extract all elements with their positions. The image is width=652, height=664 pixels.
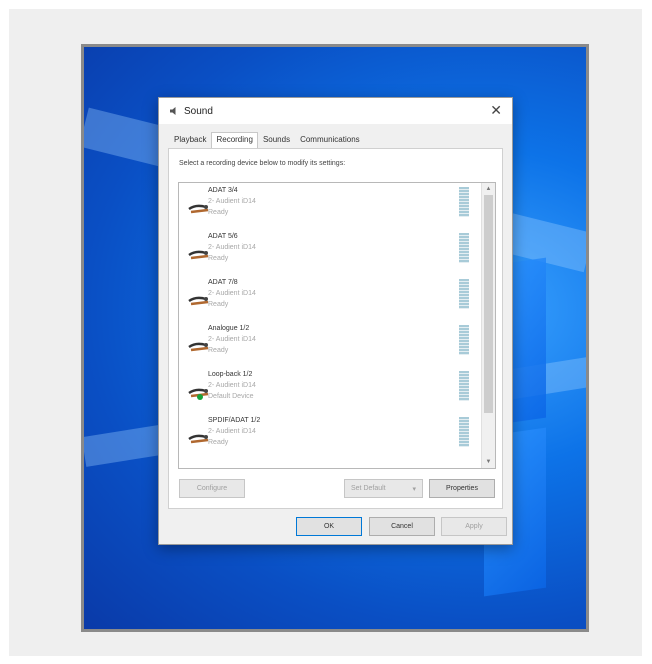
sound-dialog: Sound ✕ Playback Recording Sounds Commun… bbox=[158, 97, 513, 545]
recording-panel: Select a recording device below to modif… bbox=[168, 148, 503, 509]
scrollbar-thumb[interactable] bbox=[484, 195, 493, 413]
cancel-button[interactable]: Cancel bbox=[369, 517, 435, 536]
set-default-label: Set Default bbox=[351, 485, 386, 492]
device-name: Analogue 1/2 bbox=[208, 325, 250, 332]
device-status: Ready bbox=[208, 439, 229, 446]
tab-recording[interactable]: Recording bbox=[211, 132, 258, 148]
apply-button[interactable]: Apply bbox=[441, 517, 507, 536]
tab-strip: Playback Recording Sounds Communications bbox=[169, 132, 365, 148]
list-item-device[interactable]: ADAT 5/6 2- Audient iD14 Ready bbox=[179, 231, 469, 277]
device-name: SPDIF/ADAT 1/2 bbox=[208, 417, 261, 424]
tab-playback[interactable]: Playback bbox=[169, 132, 211, 148]
level-meter bbox=[459, 279, 469, 309]
audio-cable-icon bbox=[188, 250, 209, 260]
device-subtitle: 2- Audient iD14 bbox=[208, 290, 256, 297]
speaker-icon bbox=[170, 107, 176, 115]
device-name: ADAT 3/4 bbox=[208, 187, 238, 194]
default-check-icon bbox=[197, 394, 203, 400]
audio-cable-icon bbox=[188, 434, 209, 444]
scroll-down-icon[interactable]: ▼ bbox=[482, 456, 495, 468]
scroll-up-icon[interactable]: ▲ bbox=[482, 183, 495, 195]
device-list[interactable]: ADAT 3/4 2- Audient iD14 Ready ADAT 5/6 … bbox=[178, 182, 496, 469]
audio-cable-icon bbox=[188, 204, 209, 214]
level-meter bbox=[459, 417, 469, 447]
audio-cable-icon bbox=[188, 296, 209, 306]
level-meter bbox=[459, 233, 469, 263]
instruction-text: Select a recording device below to modif… bbox=[179, 160, 346, 167]
close-icon[interactable]: ✕ bbox=[490, 102, 502, 119]
tab-sounds[interactable]: Sounds bbox=[258, 132, 295, 148]
list-item-device[interactable]: ADAT 3/4 2- Audient iD14 Ready bbox=[179, 185, 469, 231]
level-meter bbox=[459, 371, 469, 401]
device-subtitle: 2- Audient iD14 bbox=[208, 198, 256, 205]
device-subtitle: 2- Audient iD14 bbox=[208, 336, 256, 343]
device-subtitle: 2- Audient iD14 bbox=[208, 382, 256, 389]
audio-cable-icon bbox=[188, 342, 209, 352]
device-name: ADAT 7/8 bbox=[208, 279, 238, 286]
device-status: Ready bbox=[208, 255, 229, 262]
list-item-device[interactable]: ADAT 7/8 2- Audient iD14 Ready bbox=[179, 277, 469, 323]
device-name: ADAT 5/6 bbox=[208, 233, 238, 240]
list-item-device[interactable]: SPDIF/ADAT 1/2 2- Audient iD14 Ready bbox=[179, 415, 469, 461]
dialog-title: Sound bbox=[184, 105, 213, 117]
vertical-scrollbar[interactable]: ▲ ▼ bbox=[481, 183, 495, 468]
tab-communications[interactable]: Communications bbox=[295, 132, 365, 148]
device-status: Ready bbox=[208, 209, 229, 216]
device-status: Ready bbox=[208, 301, 229, 308]
title-bar: Sound ✕ bbox=[159, 98, 512, 124]
list-item-device[interactable]: Loop-back 1/2 2- Audient iD14 Default De… bbox=[179, 369, 469, 415]
configure-button[interactable]: Configure bbox=[179, 479, 245, 498]
set-default-button[interactable]: Set Default ▾ bbox=[344, 479, 423, 498]
level-meter bbox=[459, 325, 469, 355]
chevron-down-icon[interactable]: ▾ bbox=[412, 485, 416, 493]
device-subtitle: 2- Audient iD14 bbox=[208, 244, 256, 251]
device-name: Loop-back 1/2 bbox=[208, 371, 253, 378]
level-meter bbox=[459, 187, 469, 217]
properties-button[interactable]: Properties bbox=[429, 479, 495, 498]
device-subtitle: 2- Audient iD14 bbox=[208, 428, 256, 435]
ok-button[interactable]: OK bbox=[296, 517, 362, 536]
device-status: Default Device bbox=[208, 393, 254, 400]
device-status: Ready bbox=[208, 347, 229, 354]
list-item-device[interactable]: Analogue 1/2 2- Audient iD14 Ready bbox=[179, 323, 469, 369]
